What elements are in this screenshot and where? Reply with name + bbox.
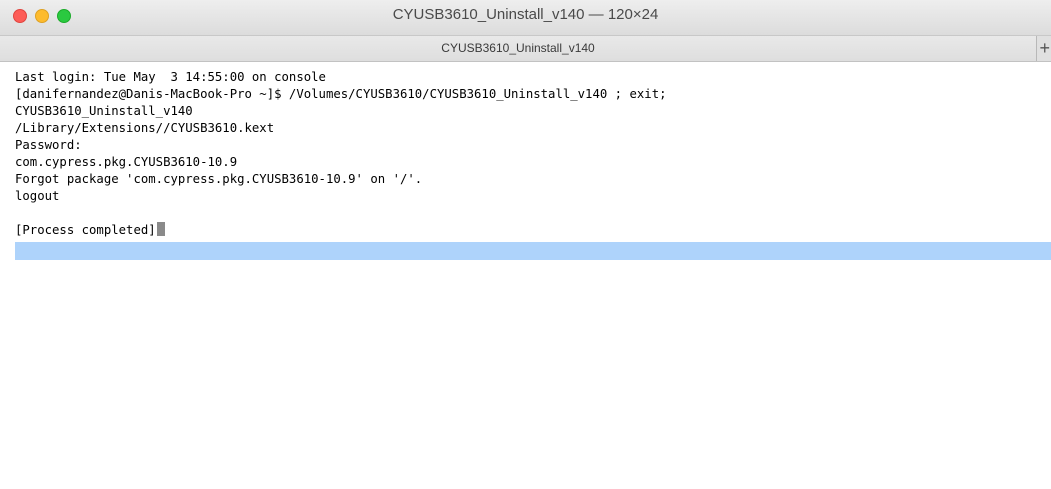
terminal-window: CYUSB3610_Uninstall_v140 — 120×24 CYUSB3…: [0, 0, 1051, 489]
process-completed-text: [Process completed]: [15, 223, 156, 237]
terminal-line: com.cypress.pkg.CYUSB3610-10.9: [15, 155, 238, 169]
terminal-line: Forgot package 'com.cypress.pkg.CYUSB361…: [15, 172, 423, 186]
tab-bar: CYUSB3610_Uninstall_v140 +: [0, 36, 1051, 62]
terminal-line: [danifernandez@Danis-MacBook-Pro ~]$ /Vo…: [15, 87, 667, 101]
new-tab-button[interactable]: +: [1037, 36, 1051, 61]
terminal-line: Last login: Tue May 3 14:55:00 on consol…: [15, 70, 326, 84]
selection-highlight: [15, 242, 1051, 260]
terminal-line: logout: [15, 189, 60, 203]
terminal-line: CYUSB3610_Uninstall_v140: [15, 104, 193, 118]
window-title: CYUSB3610_Uninstall_v140 — 120×24: [392, 6, 659, 23]
title-bar[interactable]: CYUSB3610_Uninstall_v140 — 120×24: [0, 0, 1051, 36]
terminal-output-area[interactable]: Last login: Tue May 3 14:55:00 on consol…: [0, 62, 1051, 489]
terminal-line: Password:: [15, 138, 82, 152]
tab-terminal[interactable]: CYUSB3610_Uninstall_v140: [0, 36, 1037, 61]
terminal-prompt-line: [Process completed]: [15, 222, 165, 238]
terminal-line: /Library/Extensions//CYUSB3610.kext: [15, 121, 275, 135]
terminal-cursor: [156, 222, 165, 236]
